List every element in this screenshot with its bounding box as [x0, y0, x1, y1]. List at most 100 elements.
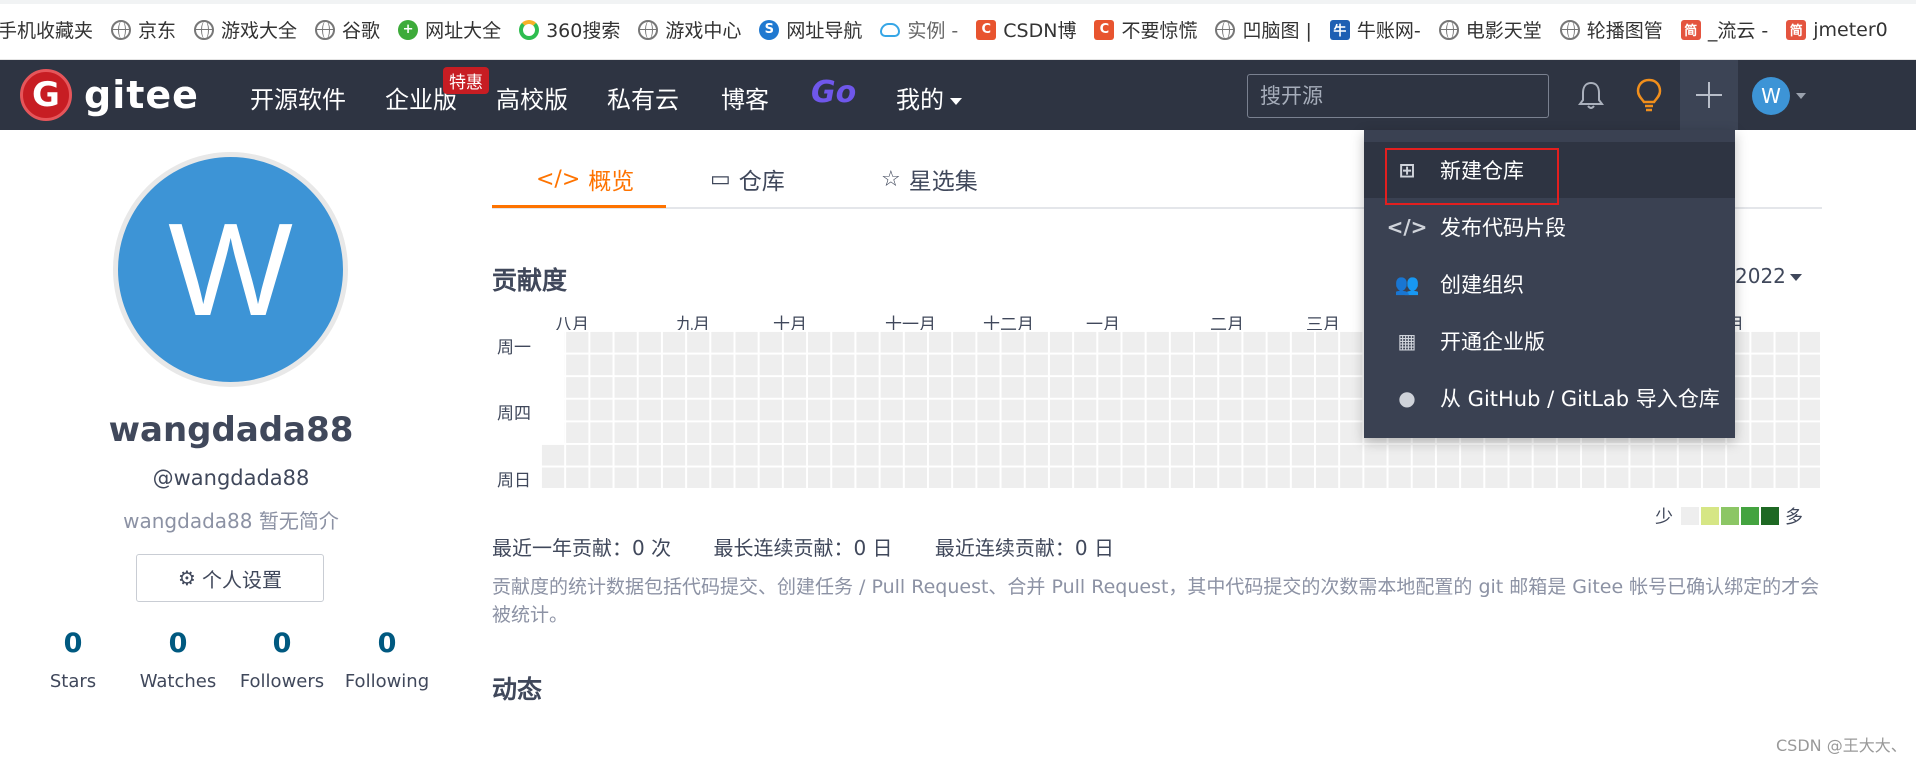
user-avatar[interactable]: W: [1752, 77, 1790, 115]
cloud-icon: [880, 22, 901, 37]
stat-stars[interactable]: 0 Stars: [23, 628, 123, 692]
menu-item-enterprise[interactable]: ▦ 开通企业版: [1364, 313, 1735, 369]
tab-label: 仓库: [738, 169, 785, 195]
nav-open-source[interactable]: 开源软件: [250, 80, 346, 115]
legend-swatch: [1761, 507, 1779, 525]
legend-swatch: [1701, 507, 1719, 525]
bookmarks-bar: 手机收藏夹 京东 游戏大全 谷歌 + 网址大全 360搜索 游戏中心 S 网址导航 …: [0, 0, 1916, 60]
bookmark-examples[interactable]: 实例 -: [880, 10, 958, 50]
nav-mine-label: 我的: [896, 86, 944, 114]
menu-item-publish-snippet[interactable]: </> 发布代码片段: [1364, 199, 1735, 255]
bookmarks-top-strip: [0, 0, 1916, 4]
bookmark-carousel[interactable]: 轮播图管: [1559, 10, 1663, 50]
bookmark-aonaotu[interactable]: 凹脑图 |: [1215, 10, 1312, 50]
github-icon: ●: [1398, 386, 1416, 410]
menu-item-label: 发布代码片段: [1440, 216, 1566, 240]
activity-title: 动态: [492, 675, 543, 704]
nav-education[interactable]: 高校版: [496, 80, 568, 115]
nav-blog[interactable]: 博客: [721, 80, 769, 115]
menu-item-import-repository[interactable]: ● 从 GitHub / GitLab 导入仓库: [1364, 370, 1735, 426]
plus-icon: [1696, 82, 1722, 108]
menu-item-create-organization[interactable]: 👥 创建组织: [1364, 256, 1735, 312]
chevron-down-icon: [950, 97, 962, 105]
users-icon: 👥: [1394, 272, 1420, 296]
top-navbar: G gitee 开源软件 企业版 特惠 高校版 私有云 博客 Go 我的 W: [0, 60, 1916, 130]
longest-streak: 最长连续贡献：0 日: [713, 536, 893, 560]
360-search-icon: [519, 19, 540, 40]
stat-watches[interactable]: 0 Watches: [128, 628, 228, 692]
active-tab-underline: [492, 205, 666, 208]
chevron-down-icon[interactable]: [1796, 93, 1806, 99]
code-window-icon: </>: [536, 166, 581, 192]
stat-value: 0: [63, 628, 83, 659]
tab-star-collections[interactable]: ☆ 星选集: [881, 162, 978, 196]
profile-bio: wangdada88 暂无简介: [123, 509, 339, 533]
bookmark-liuyun[interactable]: 简 _流云 -: [1680, 10, 1769, 50]
stack-icon: ▭: [710, 166, 731, 192]
stat-value: 0: [377, 628, 397, 659]
bookmark-niuzhang[interactable]: 牛牛账网-: [1329, 10, 1421, 50]
stat-label: Stars: [49, 671, 97, 692]
bookmark-mobile-favorites[interactable]: 手机收藏夹: [0, 10, 93, 50]
bookmark-movie-heaven[interactable]: 电影天堂: [1438, 10, 1542, 50]
profile-username: wangdada88: [108, 410, 354, 450]
bookmark-label: 游戏中心: [665, 20, 742, 42]
gitee-logo[interactable]: G gitee: [20, 69, 199, 121]
tab-label: 星选集: [908, 169, 978, 195]
heatmap-legend: 少 多: [1655, 503, 1803, 529]
bookmark-label: 实例 -: [907, 20, 959, 42]
bookmark-label: 京东: [138, 20, 177, 42]
globe-icon: [638, 19, 659, 40]
tab-repositories[interactable]: ▭ 仓库: [710, 162, 785, 196]
profile-handle: @wangdada88: [152, 466, 310, 490]
globe-icon: [111, 19, 132, 40]
stat-following[interactable]: 0 Following: [337, 628, 437, 692]
contribution-note: 贡献度的统计数据包括代码提交、创建任务 / Pull Request、合并 Pu…: [492, 576, 1820, 626]
stat-label: Following: [344, 671, 430, 692]
bookmark-csdn[interactable]: C CSDN博: [976, 10, 1076, 50]
personal-settings-button[interactable]: ⚙ 个人设置: [136, 554, 324, 602]
jian-icon: 简: [1680, 19, 1701, 40]
nav-go[interactable]: Go: [811, 75, 856, 110]
menu-item-label: 创建组织: [1440, 273, 1524, 297]
bookmark-360-search[interactable]: 360搜索: [519, 10, 620, 50]
bookmark-game-center[interactable]: 游戏中心: [638, 10, 741, 50]
bookmark-label: jmeter0: [1813, 18, 1888, 41]
profile-avatar[interactable]: W: [113, 152, 348, 387]
bookmark-games[interactable]: 游戏大全: [194, 10, 297, 50]
tab-overview[interactable]: </> 概览: [536, 162, 634, 196]
bookmark-url-nav[interactable]: S 网址导航: [759, 10, 862, 50]
bookmark-jd[interactable]: 京东: [111, 10, 176, 50]
bookmark-label: 网址导航: [786, 20, 863, 42]
nav-mine[interactable]: 我的: [896, 80, 962, 115]
green-plus-icon: +: [398, 19, 419, 40]
nav-private-cloud[interactable]: 私有云: [607, 80, 679, 115]
bookmark-jmeter[interactable]: 简 jmeter0: [1786, 10, 1888, 50]
bookmark-label: _流云 -: [1707, 20, 1769, 42]
globe-icon: [1559, 19, 1580, 40]
bell-icon[interactable]: [1578, 80, 1604, 110]
bookmark-label: 游戏大全: [221, 20, 298, 42]
create-plus-button[interactable]: [1680, 60, 1738, 130]
stat-label: Watches: [139, 671, 217, 692]
weekday-label: 周四: [497, 404, 531, 424]
gitee-logo-mark: G: [20, 69, 72, 121]
search-input[interactable]: [1247, 74, 1549, 118]
stat-followers[interactable]: 0 Followers: [232, 628, 332, 692]
chevron-down-icon[interactable]: [1790, 274, 1802, 281]
menu-item-label: 开通企业版: [1440, 330, 1545, 354]
bookmark-dont-panic[interactable]: C 不要惊慌: [1094, 10, 1197, 50]
yearly-contributions: 最近一年贡献：0 次: [492, 536, 672, 560]
legend-more-label: 多: [1785, 507, 1803, 528]
lightbulb-icon[interactable]: [1635, 78, 1663, 112]
logo-text: gitee: [84, 73, 199, 117]
bookmark-label: 凹脑图 |: [1242, 20, 1312, 42]
gear-icon: ⚙: [178, 566, 196, 590]
bookmark-label: 不要惊慌: [1121, 20, 1198, 42]
globe-icon: [315, 19, 336, 40]
bookmark-url-directory[interactable]: + 网址大全: [398, 10, 501, 50]
year-select[interactable]: 2022: [1735, 264, 1786, 288]
bookmark-google[interactable]: 谷歌: [315, 10, 380, 50]
highlight-annotation-box: [1385, 148, 1559, 205]
bookmark-label: 网址大全: [425, 20, 502, 42]
